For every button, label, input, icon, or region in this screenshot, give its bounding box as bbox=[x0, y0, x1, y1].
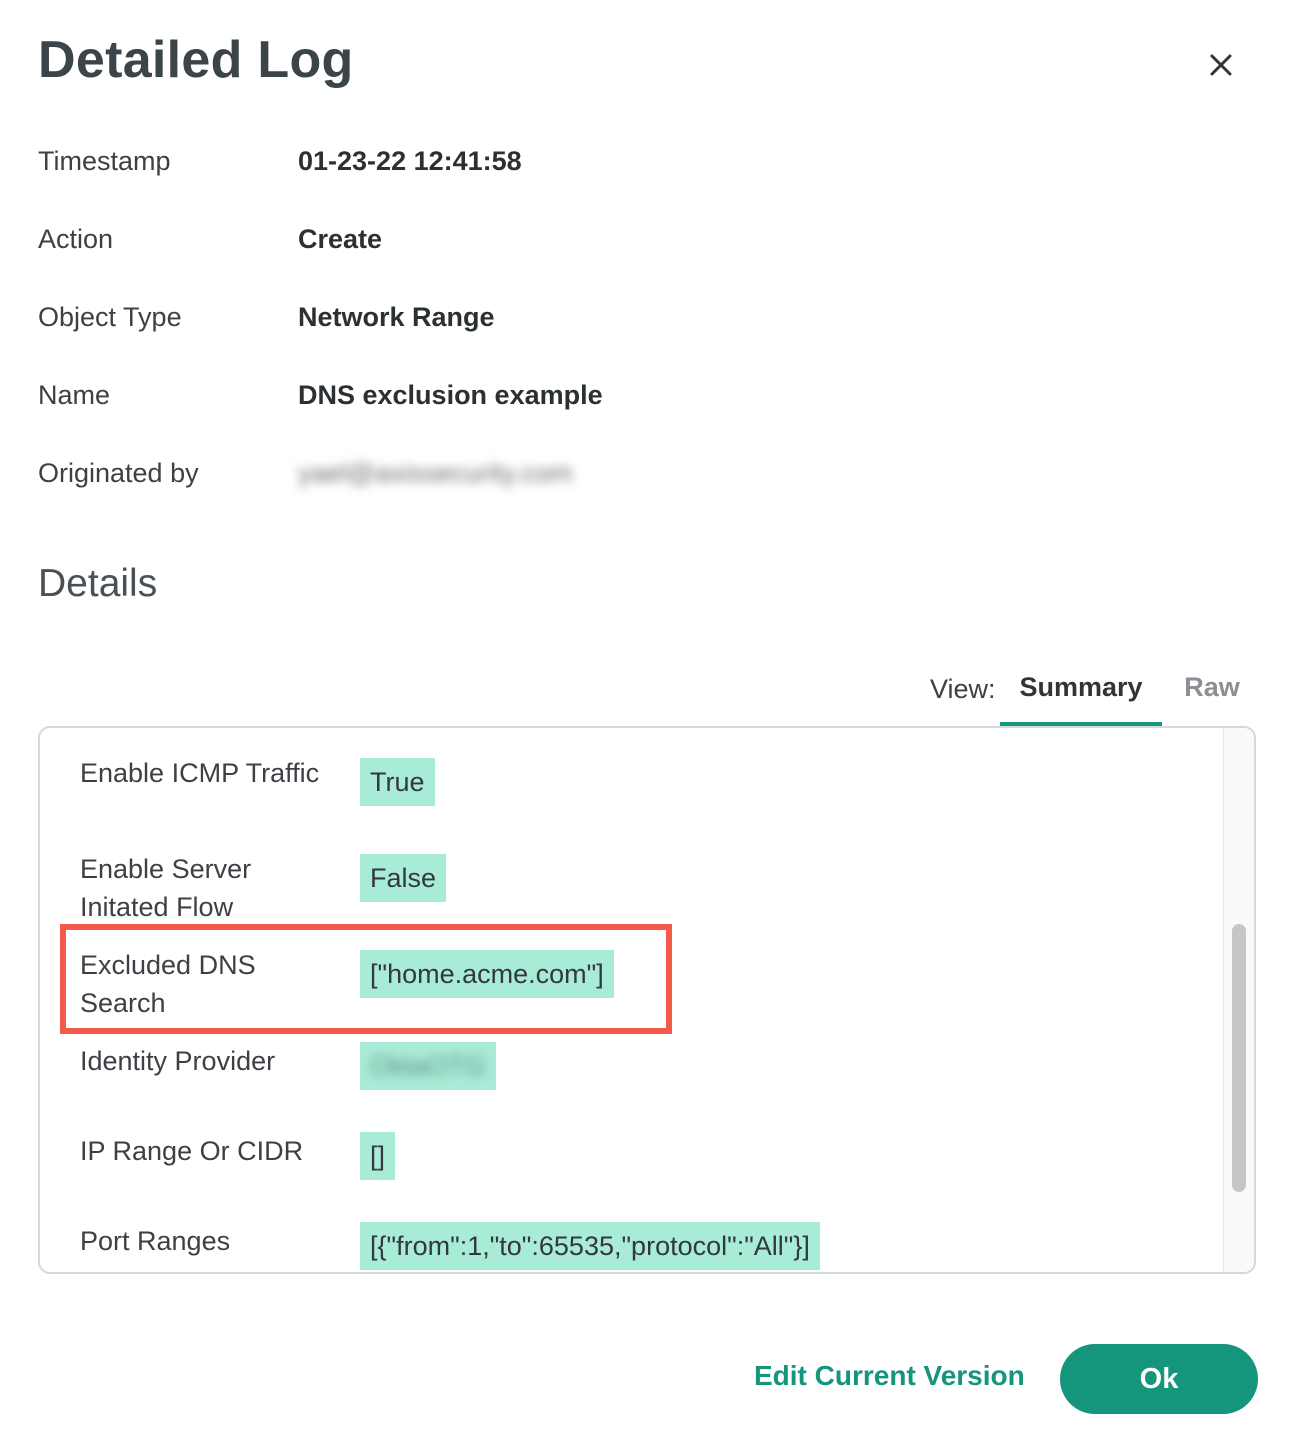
object-type-value: Network Range bbox=[298, 302, 495, 332]
action-label: Action bbox=[38, 224, 114, 254]
timestamp-value: 01-23-22 12:41:58 bbox=[298, 146, 522, 176]
identity-provider-text: OktaOTG bbox=[370, 1051, 486, 1081]
row-label-server-flow: Enable Server Initated Flow bbox=[80, 854, 252, 922]
name-label: Name bbox=[38, 380, 111, 410]
row-value-identity-provider: OktaOTG bbox=[360, 1042, 496, 1090]
row-value-server-flow: False bbox=[360, 854, 447, 902]
name-value: DNS exclusion example bbox=[298, 380, 603, 410]
row-value-port-ranges: [{"from":1,"to":65535,"protocol":"All"}] bbox=[360, 1222, 820, 1270]
action-value: Create bbox=[298, 224, 383, 254]
row-label-port-ranges: Port Ranges bbox=[80, 1226, 231, 1256]
tab-raw[interactable]: Raw bbox=[1182, 672, 1242, 726]
details-title: Details bbox=[38, 562, 158, 605]
edit-current-version-link[interactable]: Edit Current Version bbox=[754, 1360, 1025, 1392]
row-label-ip-range: IP Range Or CIDR bbox=[80, 1136, 304, 1166]
close-icon[interactable] bbox=[1204, 48, 1238, 82]
view-label: View: bbox=[930, 674, 996, 704]
ok-button[interactable]: Ok bbox=[1060, 1344, 1258, 1414]
row-value-enable-icmp: True bbox=[360, 758, 435, 806]
row-label-identity-provider: Identity Provider bbox=[80, 1046, 276, 1076]
scrollbar[interactable] bbox=[1223, 728, 1254, 1272]
timestamp-label: Timestamp bbox=[38, 146, 171, 176]
object-type-label: Object Type bbox=[38, 302, 182, 332]
row-value-ip-range: [] bbox=[360, 1132, 396, 1180]
view-switcher: View: Summary Raw bbox=[930, 672, 1250, 728]
scroll-thumb[interactable] bbox=[1232, 924, 1246, 1192]
highlight-box bbox=[60, 924, 672, 1034]
row-label-enable-icmp: Enable ICMP Traffic bbox=[80, 758, 320, 788]
originated-by-label: Originated by bbox=[38, 458, 199, 488]
tab-summary[interactable]: Summary bbox=[1000, 672, 1162, 726]
page-title: Detailed Log bbox=[38, 31, 354, 89]
originated-by-value: yael@axissecurity.com bbox=[298, 458, 573, 488]
